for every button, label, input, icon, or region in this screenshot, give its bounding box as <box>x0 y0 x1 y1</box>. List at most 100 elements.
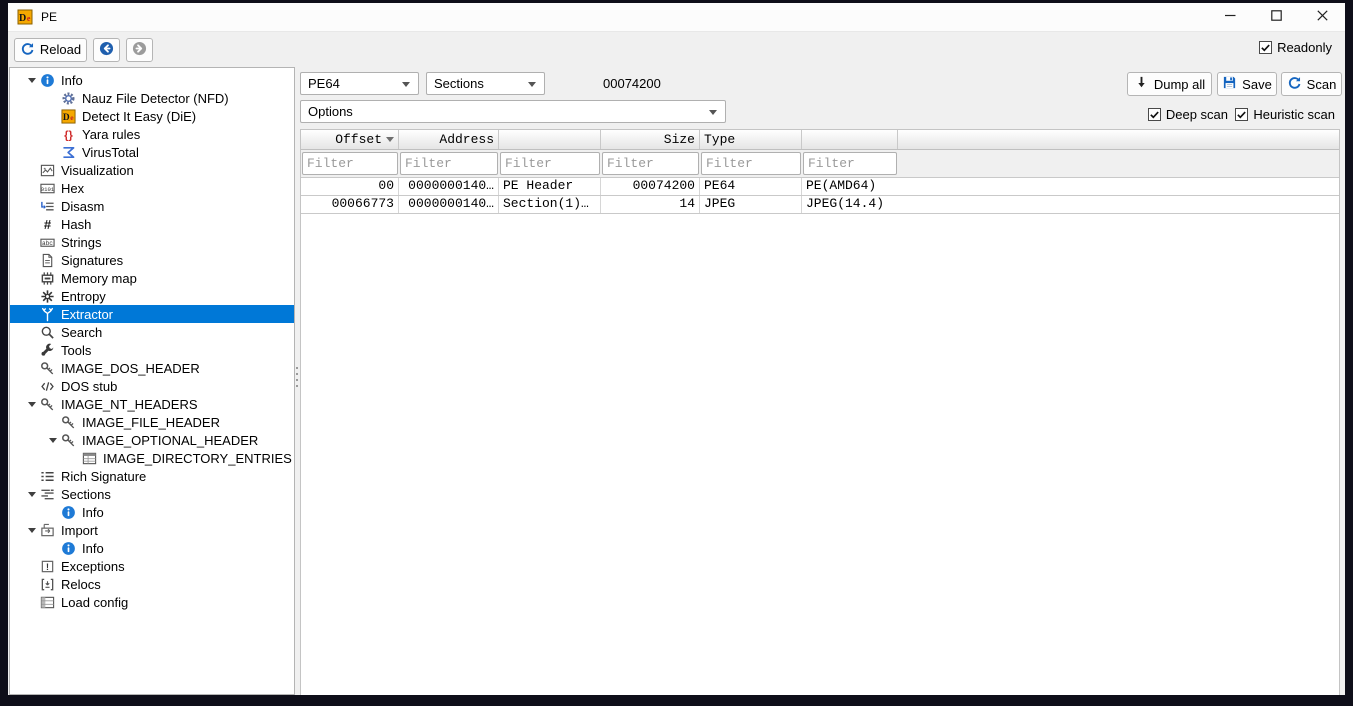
sidebar-item-label: Entropy <box>61 289 106 304</box>
filter-input-4[interactable] <box>602 152 699 175</box>
readonly-checkbox[interactable]: Readonly <box>1259 40 1332 55</box>
table-cell-stretch <box>898 178 1339 195</box>
forward-button[interactable] <box>126 38 153 62</box>
sidebar-item-rich-signature[interactable]: Rich Signature <box>10 467 294 485</box>
sidebar-item-disasm[interactable]: Disasm <box>10 197 294 215</box>
sidebar-item-search[interactable]: Search <box>10 323 294 341</box>
maximize-icon <box>1271 8 1282 26</box>
splitter-grip-icon <box>296 367 298 369</box>
list-icon <box>39 468 55 484</box>
download-arrow-icon <box>1134 75 1149 93</box>
sidebar-item-hash[interactable]: #Hash <box>10 215 294 233</box>
exceptions-icon: ! <box>39 558 55 574</box>
deep-scan-checkbox[interactable]: Deep scan <box>1148 107 1228 122</box>
expander-down-icon[interactable] <box>24 78 39 83</box>
sidebar-item-relocs[interactable]: Relocs <box>10 575 294 593</box>
column-header-6[interactable] <box>802 130 898 149</box>
sidebar-item-label: Search <box>61 325 102 340</box>
sidebar-item-strings[interactable]: abcStrings <box>10 233 294 251</box>
sidebar-item-label: Relocs <box>61 577 101 592</box>
sidebar-item-signatures[interactable]: Signatures <box>10 251 294 269</box>
chevron-down-icon <box>402 82 410 87</box>
filter-input-6[interactable] <box>803 152 897 175</box>
filter-input-3[interactable] <box>500 152 600 175</box>
sidebar-item-label: IMAGE_OPTIONAL_HEADER <box>82 433 258 448</box>
sidebar-item-label: Detect It Easy (DiE) <box>82 109 196 124</box>
sidebar-item-image-file-header[interactable]: IMAGE_FILE_HEADER <box>10 413 294 431</box>
sidebar-item-image-directory-entries[interactable]: IMAGE_DIRECTORY_ENTRIES <box>10 449 294 467</box>
reload-button[interactable]: Reload <box>14 38 87 62</box>
column-header-3[interactable] <box>499 130 601 149</box>
scan-button[interactable]: Scan <box>1281 72 1342 96</box>
sidebar-item-nauz-file-detector-nfd[interactable]: Nauz File Detector (NFD) <box>10 89 294 107</box>
app-logo-icon: De <box>17 9 33 25</box>
sidebar-item-memory-map[interactable]: Memory map <box>10 269 294 287</box>
sidebar-item-detect-it-easy-die[interactable]: De Detect It Easy (DiE) <box>10 107 294 125</box>
table-row[interactable]: 000667730000000140…Section(1)…14JPEGJPEG… <box>301 196 1339 214</box>
filter-cell <box>700 152 802 175</box>
maximize-button[interactable] <box>1253 3 1299 31</box>
heuristic-scan-checkbox[interactable]: Heuristic scan <box>1235 107 1335 122</box>
column-header-address[interactable]: Address <box>399 130 499 149</box>
sidebar-item-entropy[interactable]: Entropy <box>10 287 294 305</box>
sidebar-item-tools[interactable]: Tools <box>10 341 294 359</box>
sidebar-item-visualization[interactable]: Visualization <box>10 161 294 179</box>
file-format-select[interactable]: PE64 <box>300 72 419 95</box>
die-logo-icon: De <box>60 108 76 124</box>
sidebar-item-load-config[interactable]: Load config <box>10 593 294 611</box>
visualization-icon <box>39 162 55 178</box>
filter-input-5[interactable] <box>701 152 801 175</box>
save-button[interactable]: Save <box>1217 72 1277 96</box>
table-cell: Section(1)… <box>499 196 601 213</box>
sidebar-item-extractor[interactable]: Extractor <box>10 305 294 323</box>
column-header-type[interactable]: Type <box>700 130 802 149</box>
column-header-stretch <box>898 130 1339 149</box>
sidebar-item-label: IMAGE_NT_HEADERS <box>61 397 198 412</box>
sidebar-item-info[interactable]: Info <box>10 71 294 89</box>
window-controls <box>1207 3 1345 31</box>
expander-down-icon[interactable] <box>24 528 39 533</box>
memory-map-icon <box>39 270 55 286</box>
back-button[interactable] <box>93 38 120 62</box>
column-header-size[interactable]: Size <box>601 130 700 149</box>
column-header-offset[interactable]: Offset <box>301 130 399 149</box>
sidebar-item-info[interactable]: Info <box>10 539 294 557</box>
sidebar-item-image-dos-header[interactable]: IMAGE_DOS_HEADER <box>10 359 294 377</box>
sidebar-item-label: Load config <box>61 595 128 610</box>
sidebar-item-yara-rules[interactable]: {}Yara rules <box>10 125 294 143</box>
minimize-button[interactable] <box>1207 3 1253 31</box>
sidebar-item-hex[interactable]: 0101Hex <box>10 179 294 197</box>
sidebar-item-info[interactable]: Info <box>10 503 294 521</box>
sidebar-item-virustotal[interactable]: VirusTotal <box>10 143 294 161</box>
view-mode-select[interactable]: Sections <box>426 72 545 95</box>
readonly-label: Readonly <box>1277 40 1332 55</box>
filter-input-2[interactable] <box>400 152 498 175</box>
back-icon <box>99 41 114 59</box>
minimize-icon <box>1225 8 1236 26</box>
signatures-icon <box>39 252 55 268</box>
filter-input-1[interactable] <box>302 152 398 175</box>
dump-all-button[interactable]: Dump all <box>1127 72 1212 96</box>
sort-descending-icon <box>386 137 394 142</box>
table-row[interactable]: 000000000140…PE Header00074200PE64PE(AMD… <box>301 178 1339 196</box>
scan-label: Scan <box>1307 77 1337 92</box>
sidebar-item-exceptions[interactable]: !Exceptions <box>10 557 294 575</box>
options-select[interactable]: Options <box>300 100 726 123</box>
expander-down-icon[interactable] <box>24 492 39 497</box>
sidebar-item-image-optional-header[interactable]: IMAGE_OPTIONAL_HEADER <box>10 431 294 449</box>
sidebar-item-sections[interactable]: Sections <box>10 485 294 503</box>
close-button[interactable] <box>1299 3 1345 31</box>
sidebar-item-image-nt-headers[interactable]: IMAGE_NT_HEADERS <box>10 395 294 413</box>
table-header-row: OffsetAddress SizeType <box>301 130 1339 150</box>
expander-down-icon[interactable] <box>45 438 60 443</box>
sidebar-item-label: Yara rules <box>82 127 140 142</box>
sidebar-item-label: Import <box>61 523 98 538</box>
expander-down-icon[interactable] <box>24 402 39 407</box>
content-area: InfoNauz File Detector (NFD)DeDetect It … <box>8 67 1345 695</box>
table-cell: PE(AMD64) <box>802 178 898 195</box>
table-cell: JPEG <box>700 196 802 213</box>
key-icon <box>60 432 76 448</box>
gear-icon <box>60 90 76 106</box>
sidebar-item-import[interactable]: Import <box>10 521 294 539</box>
sidebar-item-dos-stub[interactable]: DOS stub <box>10 377 294 395</box>
